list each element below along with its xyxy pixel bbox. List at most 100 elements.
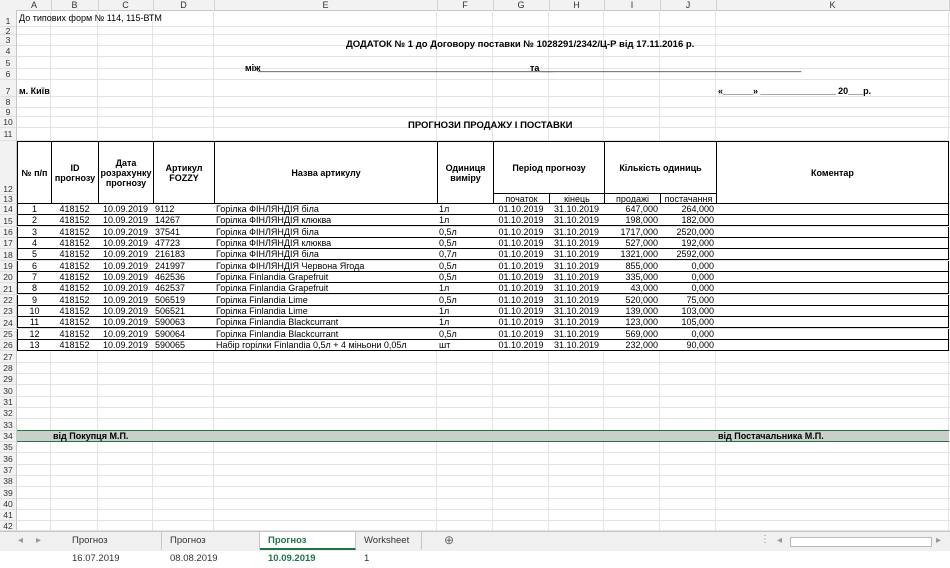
table-cell-date[interactable]: 10.09.2019 [98, 340, 154, 351]
table-cell-art[interactable]: 216183 [153, 249, 215, 260]
row-header-3[interactable]: 3 [0, 35, 17, 46]
table-cell-sales[interactable]: 1321,000 [604, 249, 661, 260]
header-comment[interactable]: Коментар [716, 141, 949, 204]
table-cell-date[interactable]: 10.09.2019 [98, 283, 154, 294]
add-sheet-icon[interactable]: ⊕ [444, 533, 454, 547]
document-title[interactable]: ДОДАТОК № 1 до Договору поставки № 10282… [346, 39, 694, 50]
table-cell-name[interactable]: Набір горілки Finlandia 0,5л + 4 міньони… [214, 340, 438, 351]
table-cell-name[interactable]: Горілка ФІНЛЯНДІЯ Червона Ягода [214, 261, 438, 272]
hscroll-left-icon[interactable]: ◂ [777, 535, 782, 546]
table-cell-id[interactable]: 418152 [51, 272, 99, 283]
row-header-29[interactable]: 29 [0, 374, 17, 385]
row-header-18[interactable]: 18 [0, 249, 17, 261]
supplier-signature[interactable]: від Постачальника М.П. [718, 431, 824, 441]
top-note[interactable]: До типових форм № 114, 115-ВТМ [19, 13, 162, 23]
table-cell-date[interactable]: 10.09.2019 [98, 306, 154, 317]
table-cell-id[interactable]: 418152 [51, 204, 99, 215]
table-cell-comment[interactable] [716, 215, 949, 226]
table-cell-n[interactable]: 8 [17, 283, 52, 294]
row-header-21[interactable]: 21 [0, 283, 17, 295]
table-cell-date[interactable]: 10.09.2019 [98, 295, 154, 306]
header-qty[interactable]: Кількість одиниць [604, 141, 717, 194]
table-cell-supply[interactable]: 2520,000 [660, 227, 717, 238]
header-period-start[interactable]: початок [493, 193, 550, 204]
table-cell-end[interactable]: 31.10.2019 [549, 261, 605, 272]
date-blank[interactable]: «______» _______________ 20___р. [718, 86, 871, 96]
table-cell-unit[interactable]: 0,5л [437, 261, 494, 272]
table-cell-sales[interactable]: 527,000 [604, 238, 661, 249]
table-cell-comment[interactable] [716, 227, 949, 238]
table-cell-name[interactable]: Горілка Finlandia Grapefruit [214, 272, 438, 283]
column-header-k[interactable]: K [716, 0, 950, 10]
table-cell-id[interactable]: 418152 [51, 215, 99, 226]
row-header-5[interactable]: 5 [0, 57, 17, 69]
row-header-34[interactable]: 34 [0, 431, 17, 442]
section-title[interactable]: ПРОГНОЗИ ПРОДАЖУ І ПОСТАВКИ [408, 120, 572, 131]
hscroll-right-icon[interactable]: ▸ [936, 535, 941, 546]
table-cell-supply[interactable]: 2592,000 [660, 249, 717, 260]
table-cell-name[interactable]: Горілка Finlandia Blackcurrant [214, 317, 438, 328]
horizontal-scrollbar[interactable] [790, 537, 932, 547]
column-header-c[interactable]: C [98, 0, 154, 10]
column-header-a[interactable]: A [17, 0, 52, 10]
options-icon[interactable]: ⋮ [760, 534, 770, 545]
table-cell-art[interactable]: 590064 [153, 329, 215, 340]
table-cell-name[interactable]: Горілка ФІНЛЯНДІЯ біла [214, 204, 438, 215]
header-period-end[interactable]: кінець [549, 193, 605, 204]
table-cell-end[interactable]: 31.10.2019 [549, 249, 605, 260]
table-cell-sales[interactable]: 232,000 [604, 340, 661, 351]
row-header-16[interactable]: 16 [0, 227, 17, 238]
table-cell-name[interactable]: Горілка ФІНЛЯНДІЯ клюква [214, 215, 438, 226]
table-cell-name[interactable]: Горілка ФІНЛЯНДІЯ біла [214, 227, 438, 238]
row-header-39[interactable]: 39 [0, 487, 17, 499]
table-cell-n[interactable]: 1 [17, 204, 52, 215]
table-cell-sales[interactable]: 855,000 [604, 261, 661, 272]
table-cell-comment[interactable] [716, 272, 949, 283]
column-header-j[interactable]: J [660, 0, 717, 10]
table-cell-art[interactable]: 590063 [153, 317, 215, 328]
table-cell-comment[interactable] [716, 317, 949, 328]
table-cell-supply[interactable]: 0,000 [660, 261, 717, 272]
tab-forecast-1[interactable]: Прогноз 16.07.2019 [64, 532, 162, 564]
table-cell-art[interactable]: 462537 [153, 283, 215, 294]
row-header-32[interactable]: 32 [0, 408, 17, 419]
table-cell-id[interactable]: 418152 [51, 295, 99, 306]
tab-forecast-2[interactable]: Прогноз 08.08.2019 [162, 532, 260, 564]
table-cell-supply[interactable]: 0,000 [660, 329, 717, 340]
table-cell-start[interactable]: 01.10.2019 [493, 238, 550, 249]
table-cell-unit[interactable]: 0,7л [437, 249, 494, 260]
table-cell-n[interactable]: 2 [17, 215, 52, 226]
table-cell-unit[interactable]: 1л [437, 306, 494, 317]
table-cell-unit[interactable]: 1л [437, 283, 494, 294]
table-cell-supply[interactable]: 105,000 [660, 317, 717, 328]
header-unit[interactable]: Одиниця виміру [437, 141, 494, 204]
row-header-33[interactable]: 33 [0, 419, 17, 431]
table-cell-art[interactable]: 506519 [153, 295, 215, 306]
table-cell-date[interactable]: 10.09.2019 [98, 215, 154, 226]
table-cell-sales[interactable]: 139,000 [604, 306, 661, 317]
table-cell-id[interactable]: 418152 [51, 249, 99, 260]
table-cell-start[interactable]: 01.10.2019 [493, 227, 550, 238]
table-cell-n[interactable]: 6 [17, 261, 52, 272]
table-cell-n[interactable]: 12 [17, 329, 52, 340]
row-header-24[interactable]: 24 [0, 317, 17, 329]
row-header-2[interactable]: 2 [0, 27, 17, 35]
table-cell-supply[interactable]: 0,000 [660, 283, 717, 294]
table-cell-end[interactable]: 31.10.2019 [549, 329, 605, 340]
row-header-38[interactable]: 38 [0, 476, 17, 487]
table-cell-unit[interactable]: 0,5л [437, 272, 494, 283]
table-cell-art[interactable]: 37541 [153, 227, 215, 238]
table-cell-name[interactable]: Горілка Finlandia Blackcurrant [214, 329, 438, 340]
table-cell-comment[interactable] [716, 340, 949, 351]
table-cell-art[interactable]: 47723 [153, 238, 215, 249]
table-cell-end[interactable]: 31.10.2019 [549, 238, 605, 249]
row-header-31[interactable]: 31 [0, 397, 17, 408]
table-cell-name[interactable]: Горілка ФІНЛЯНДІЯ біла [214, 249, 438, 260]
table-cell-comment[interactable] [716, 249, 949, 260]
row-header-12[interactable]: 12 [0, 141, 17, 195]
table-cell-sales[interactable]: 43,000 [604, 283, 661, 294]
table-cell-comment[interactable] [716, 295, 949, 306]
table-cell-end[interactable]: 31.10.2019 [549, 204, 605, 215]
table-cell-id[interactable]: 418152 [51, 340, 99, 351]
header-period[interactable]: Період прогнозу [493, 141, 605, 194]
